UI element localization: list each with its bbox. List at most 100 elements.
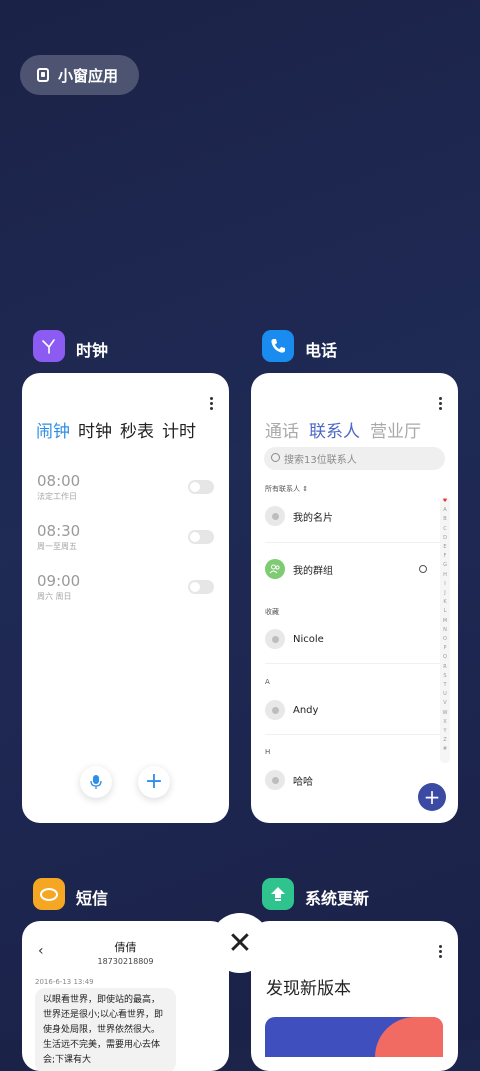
index-letter[interactable]: R: [440, 663, 450, 672]
contact-name: Andy: [293, 704, 319, 716]
more-options-icon[interactable]: [439, 945, 442, 960]
contact-row[interactable]: Nicole: [265, 629, 324, 649]
update-banner: [265, 1017, 443, 1057]
section-header: A: [265, 678, 270, 686]
index-letter[interactable]: N: [440, 626, 450, 635]
contact-name: 我的群组: [293, 565, 333, 577]
add-contact-button[interactable]: +: [418, 783, 446, 811]
tab-contacts[interactable]: 联系人: [309, 417, 360, 442]
my-card-row[interactable]: 我的名片: [265, 506, 333, 526]
index-letter[interactable]: K: [440, 598, 450, 607]
index-letter[interactable]: E: [440, 543, 450, 552]
tab-timer[interactable]: 计时: [162, 417, 196, 442]
index-letter[interactable]: C: [440, 525, 450, 534]
message-bubble-icon: [40, 887, 58, 901]
index-letter[interactable]: M: [440, 617, 450, 626]
message-timestamp: 2016-6-13 13:49: [35, 978, 94, 986]
plus-icon: +: [144, 769, 164, 794]
update-arrow-icon: [271, 887, 285, 901]
voice-alarm-button[interactable]: [80, 766, 112, 798]
alarm-repeat: 法定工作日: [37, 492, 77, 501]
contact-search-input[interactable]: 搜索13位联系人: [264, 447, 445, 470]
alarm-toggle[interactable]: [188, 530, 214, 544]
clock-app-card[interactable]: 闹钟 时钟 秒表 计时 08:00 法定工作日 08:30 周一至周五 09:0…: [22, 373, 229, 823]
index-letter[interactable]: V: [440, 699, 450, 708]
group-radio-icon[interactable]: [419, 565, 427, 573]
index-letter[interactable]: Q: [440, 653, 450, 662]
alarm-item[interactable]: 08:00 法定工作日: [37, 472, 80, 502]
alarm-toggle[interactable]: [188, 580, 214, 594]
more-options-icon[interactable]: [439, 397, 442, 412]
contact-row[interactable]: Andy: [265, 700, 318, 720]
contact-name: 我的名片: [293, 512, 333, 524]
clock-hands-icon: [42, 339, 55, 354]
index-letter[interactable]: Y: [440, 727, 450, 736]
my-group-row[interactable]: 我的群组: [265, 559, 333, 579]
index-letter[interactable]: ♥: [440, 497, 450, 506]
avatar: [265, 506, 285, 526]
index-letter[interactable]: H: [440, 571, 450, 580]
alarm-repeat: 周六 周日: [37, 592, 72, 601]
more-options-icon[interactable]: [210, 397, 213, 412]
phone-app-title: 电话: [305, 341, 338, 360]
phone-tabs: 通话 联系人 营业厅: [265, 417, 421, 442]
divider: [265, 663, 443, 664]
small-window-apps-button[interactable]: 小窗应用: [20, 55, 139, 95]
index-letter[interactable]: J: [440, 589, 450, 598]
alarm-item[interactable]: 08:30 周一至周五: [37, 522, 80, 552]
close-icon: ✕: [227, 925, 253, 961]
index-letter[interactable]: D: [440, 534, 450, 543]
clock-app-title: 时钟: [76, 341, 109, 360]
message-bubble[interactable]: 以眼看世界，即使站的最高，世界还是很小;以心看世界，即使身处局限，世界依然很大。…: [35, 988, 176, 1071]
alarm-time: 08:30: [37, 522, 81, 540]
avatar: [265, 629, 285, 649]
contact-row[interactable]: 哈哈: [265, 770, 313, 790]
search-icon: [271, 453, 280, 462]
alphabet-index-bar[interactable]: ♥ A B C D E F G H I J K L M N O P Q R S T U V W X Y Z #: [440, 497, 450, 763]
contact-name: 哈哈: [293, 776, 313, 788]
index-letter[interactable]: Z: [440, 736, 450, 745]
clock-tabs: 闹钟 时钟 秒表 计时: [36, 417, 196, 442]
section-header: 收藏: [265, 608, 279, 616]
contact-filter[interactable]: 所有联系人 ⇕: [265, 484, 308, 494]
small-window-icon: [37, 68, 49, 82]
index-letter[interactable]: I: [440, 580, 450, 589]
index-letter[interactable]: B: [440, 515, 450, 524]
alarm-item[interactable]: 09:00 周六 周日: [37, 572, 80, 602]
system-update-app-title: 系统更新: [305, 889, 370, 908]
index-letter[interactable]: X: [440, 718, 450, 727]
system-update-app-card[interactable]: 发现新版本: [251, 921, 458, 1071]
index-letter[interactable]: #: [440, 745, 450, 754]
tab-alarm[interactable]: 闹钟: [36, 417, 70, 442]
index-letter[interactable]: W: [440, 709, 450, 718]
phone-app-icon[interactable]: [262, 330, 294, 362]
index-letter[interactable]: L: [440, 607, 450, 616]
system-update-app-icon[interactable]: [262, 878, 294, 910]
alarm-toggle[interactable]: [188, 480, 214, 494]
avatar: [265, 700, 285, 720]
search-placeholder: 搜索13位联系人: [284, 455, 357, 466]
index-letter[interactable]: T: [440, 681, 450, 690]
filter-label: 所有联系人: [265, 485, 300, 493]
index-letter[interactable]: F: [440, 552, 450, 561]
tab-clock[interactable]: 时钟: [78, 417, 112, 442]
small-window-label: 小窗应用: [58, 66, 119, 85]
tab-stopwatch[interactable]: 秒表: [120, 417, 154, 442]
close-all-button[interactable]: ✕: [210, 913, 270, 973]
phone-app-card[interactable]: 通话 联系人 营业厅 搜索13位联系人 所有联系人 ⇕ 我的名片 我的群组 收藏…: [251, 373, 458, 823]
index-letter[interactable]: G: [440, 561, 450, 570]
add-alarm-button[interactable]: +: [138, 766, 170, 798]
microphone-icon: [90, 775, 102, 789]
tab-calls[interactable]: 通话: [265, 417, 299, 442]
alarm-time: 08:00: [37, 472, 81, 490]
clock-app-icon[interactable]: [33, 330, 65, 362]
index-letter[interactable]: U: [440, 690, 450, 699]
index-letter[interactable]: S: [440, 672, 450, 681]
index-letter[interactable]: A: [440, 506, 450, 515]
sms-app-icon[interactable]: [33, 878, 65, 910]
index-letter[interactable]: P: [440, 644, 450, 653]
update-heading: 发现新版本: [266, 979, 351, 999]
tab-service-hall[interactable]: 营业厅: [370, 417, 421, 442]
index-letter[interactable]: O: [440, 635, 450, 644]
sms-app-card[interactable]: ‹ 倩倩 18730218809 2016-6-13 13:49 以眼看世界，即…: [22, 921, 229, 1071]
